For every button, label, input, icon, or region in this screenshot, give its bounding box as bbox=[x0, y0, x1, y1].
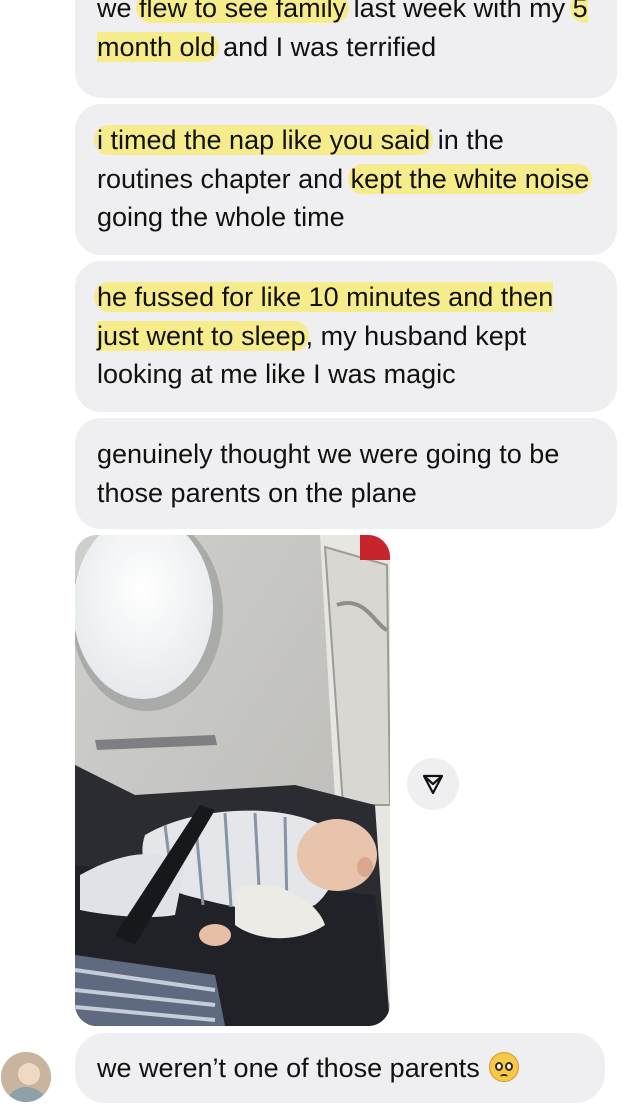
pleading-face-emoji bbox=[489, 1052, 520, 1082]
message-bubble-4[interactable]: genuinely thought we were going to be th… bbox=[75, 418, 617, 529]
avatar-image bbox=[1, 1052, 51, 1102]
share-button[interactable] bbox=[407, 758, 459, 810]
baby-photo[interactable] bbox=[75, 535, 390, 1026]
message-text: i timed the nap like you said in the rou… bbox=[94, 125, 593, 232]
highlight: flew to see family bbox=[136, 0, 350, 23]
message-text: genuinely thought we were going to be th… bbox=[97, 439, 560, 508]
message-bubble-3[interactable]: he fussed for like 10 minutes and then j… bbox=[75, 261, 617, 412]
highlight: kept the white noise bbox=[347, 163, 593, 194]
highlight: i timed the nap like you said bbox=[94, 125, 434, 155]
send-arrow-icon bbox=[422, 774, 444, 795]
message-text: he fussed for like 10 minutes and then j… bbox=[94, 282, 554, 389]
message-text: we flew to see family last week with my … bbox=[97, 0, 588, 62]
message-text: we weren’t one of those parents bbox=[97, 1053, 480, 1083]
message-bubble-2[interactable]: i timed the nap like you said in the rou… bbox=[75, 104, 617, 255]
message-bubble-5[interactable]: we weren’t one of those parents bbox=[75, 1033, 605, 1103]
message-bubble-1[interactable]: we flew to see family last week with my … bbox=[75, 0, 617, 98]
photo-illustration bbox=[75, 535, 390, 1026]
avatar[interactable] bbox=[1, 1052, 51, 1102]
